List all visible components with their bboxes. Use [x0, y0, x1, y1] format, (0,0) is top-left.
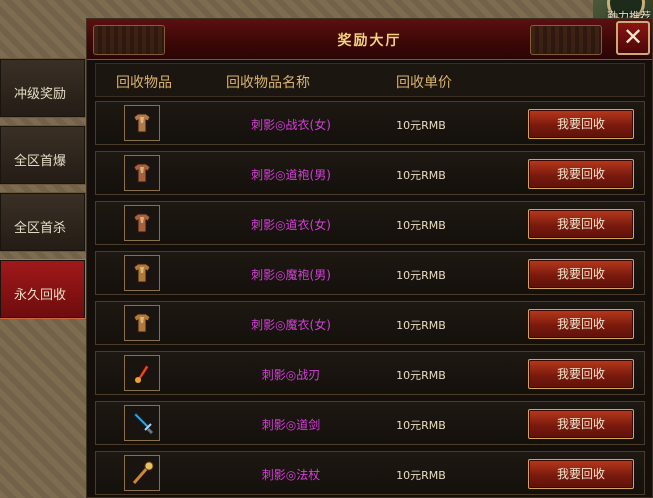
- tab-label: 永久回收: [14, 288, 67, 303]
- item-price: 10元RMB: [396, 269, 446, 282]
- item-price: 10元RMB: [396, 319, 446, 332]
- armor-icon[interactable]: [124, 305, 160, 341]
- recycle-button[interactable]: 我要回收: [528, 259, 634, 289]
- tab-label: 全区首爆: [14, 154, 67, 169]
- table-row: 刺影◎战衣(女) 10元RMB 我要回收: [95, 101, 645, 145]
- sword-icon[interactable]: [124, 405, 160, 441]
- item-name: 刺影◎战衣(女): [251, 118, 331, 132]
- window-titlebar[interactable]: 奖励大厅 ✕: [87, 19, 652, 60]
- tab-permanent-recycle[interactable]: 永久回收: [0, 259, 86, 319]
- header-item: 回收物品: [116, 75, 172, 91]
- item-price: 10元RMB: [396, 369, 446, 382]
- item-name: 刺影◎道剑: [261, 418, 321, 432]
- item-name: 刺影◎道衣(女): [251, 218, 331, 232]
- table-row: 刺影◎魔衣(女) 10元RMB 我要回收: [95, 301, 645, 345]
- armor-icon[interactable]: [124, 155, 160, 191]
- recycle-button[interactable]: 我要回收: [528, 309, 634, 339]
- tab-label: 冲级奖励: [14, 87, 67, 102]
- armor-icon[interactable]: [124, 105, 160, 141]
- recycle-button[interactable]: 我要回收: [528, 359, 634, 389]
- table-row: 刺影◎战刃 10元RMB 我要回收: [95, 351, 645, 395]
- table-header: 回收物品 回收物品名称 回收单价: [95, 63, 645, 97]
- tab-label: 全区首杀: [14, 221, 67, 236]
- reward-hall-window: 奖励大厅 ✕ 回收物品 回收物品名称 回收单价 刺影◎战衣(女) 10元RMB …: [86, 18, 653, 498]
- tab-level-reward[interactable]: 冲级奖励: [0, 58, 86, 118]
- item-price: 10元RMB: [396, 419, 446, 432]
- window-title: 奖励大厅: [337, 33, 402, 49]
- header-unit-price: 回收单价: [396, 75, 452, 91]
- item-name: 刺影◎道袍(男): [251, 168, 331, 182]
- item-name: 刺影◎战刃: [261, 368, 321, 382]
- recycle-button[interactable]: 我要回收: [528, 409, 634, 439]
- item-name: 刺影◎法杖: [261, 468, 321, 482]
- close-button[interactable]: ✕: [616, 21, 650, 55]
- item-price: 10元RMB: [396, 169, 446, 182]
- item-price: 10元RMB: [396, 469, 446, 482]
- item-price: 10元RMB: [396, 219, 446, 232]
- item-price: 10元RMB: [396, 119, 446, 132]
- blade-icon[interactable]: [124, 355, 160, 391]
- header-item-name: 回收物品名称: [226, 75, 310, 91]
- tab-server-first-kill[interactable]: 全区首杀: [0, 192, 86, 252]
- table-row: 刺影◎道剑 10元RMB 我要回收: [95, 401, 645, 445]
- table-row: 刺影◎法杖 10元RMB 我要回收: [95, 451, 645, 495]
- table-row: 刺影◎魔袍(男) 10元RMB 我要回收: [95, 251, 645, 295]
- item-name: 刺影◎魔衣(女): [251, 318, 331, 332]
- armor-icon[interactable]: [124, 255, 160, 291]
- table-row: 刺影◎道袍(男) 10元RMB 我要回收: [95, 151, 645, 195]
- recycle-button[interactable]: 我要回收: [528, 159, 634, 189]
- recycle-button[interactable]: 我要回收: [528, 459, 634, 489]
- armor-icon[interactable]: [124, 205, 160, 241]
- item-name: 刺影◎魔袍(男): [251, 268, 331, 282]
- tab-server-first-drop[interactable]: 全区首爆: [0, 125, 86, 185]
- recycle-button[interactable]: 我要回收: [528, 109, 634, 139]
- table-row: 刺影◎道衣(女) 10元RMB 我要回收: [95, 201, 645, 245]
- recycle-button[interactable]: 我要回收: [528, 209, 634, 239]
- staff-icon[interactable]: [124, 455, 160, 491]
